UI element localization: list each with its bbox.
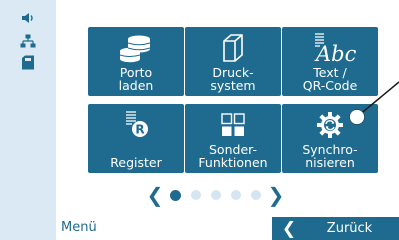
next-page-button[interactable]: ❯ — [266, 185, 286, 205]
page-indicator: ❮ ❯ — [145, 182, 286, 208]
back-button-label: Zurück — [326, 221, 373, 236]
page-dot-active[interactable] — [170, 189, 181, 201]
page-dot[interactable] — [231, 190, 241, 200]
page-dot[interactable] — [211, 190, 221, 200]
menu-label[interactable]: Menü — [61, 220, 97, 236]
chevron-left-icon: ❮ — [281, 218, 297, 239]
prev-page-button[interactable]: ❮ — [145, 185, 165, 205]
page-dot[interactable] — [251, 190, 261, 200]
back-button[interactable]: ❮ Zurück — [272, 217, 399, 240]
page-dot[interactable] — [191, 190, 201, 200]
